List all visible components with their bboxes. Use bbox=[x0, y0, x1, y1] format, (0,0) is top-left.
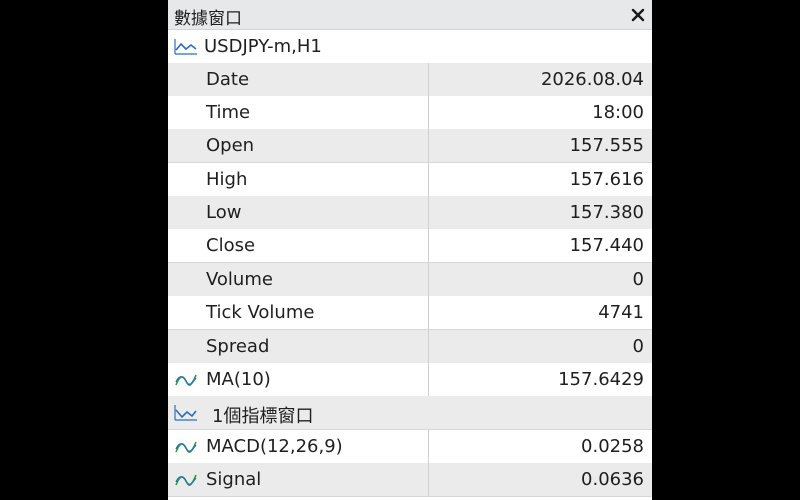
field-value: 18:00 bbox=[592, 102, 644, 123]
field-row-low: Low 157.380 bbox=[168, 196, 652, 230]
field-label: Time bbox=[206, 102, 251, 123]
field-label: Low bbox=[206, 202, 242, 223]
column-divider bbox=[428, 96, 429, 129]
column-divider bbox=[428, 463, 429, 496]
field-label: Spread bbox=[206, 336, 270, 357]
symbol-row[interactable]: USDJPY-m,H1 bbox=[168, 30, 652, 64]
indicator-label: Signal bbox=[206, 469, 262, 490]
indicator-line-icon bbox=[175, 374, 197, 386]
field-label: Volume bbox=[206, 269, 273, 290]
field-row-date: Date 2026.08.04 bbox=[168, 63, 652, 97]
indicator-value: 0.0258 bbox=[581, 436, 644, 457]
field-row-open: Open 157.555 bbox=[168, 129, 652, 163]
window-title: 數據窗口 bbox=[174, 9, 242, 29]
column-divider bbox=[428, 63, 429, 96]
subwindow-label: 1個指標窗口 bbox=[212, 406, 314, 427]
field-row-tick-volume: Tick Volume 4741 bbox=[168, 296, 652, 330]
data-window-titlebar[interactable]: 數據窗口 bbox=[168, 0, 652, 30]
field-label: Date bbox=[206, 69, 250, 90]
column-divider bbox=[428, 196, 429, 229]
field-value: 0 bbox=[632, 269, 644, 290]
field-label: Open bbox=[206, 135, 255, 156]
column-divider bbox=[428, 263, 429, 296]
column-divider bbox=[428, 229, 429, 262]
field-value: 157.440 bbox=[569, 235, 644, 256]
field-label: Close bbox=[206, 235, 256, 256]
column-divider bbox=[428, 330, 429, 363]
indicator-value: 157.6429 bbox=[558, 369, 644, 390]
indicator-row-signal[interactable]: Signal 0.0636 bbox=[168, 463, 652, 497]
indicator-line-icon bbox=[175, 474, 197, 486]
field-value: 2026.08.04 bbox=[540, 69, 644, 90]
field-value: 0 bbox=[632, 336, 644, 357]
indicator-label: MA(10) bbox=[206, 369, 271, 390]
field-value: 157.380 bbox=[569, 202, 644, 223]
indicator-row-macd[interactable]: MACD(12,26,9) 0.0258 bbox=[168, 430, 652, 464]
indicator-label: MACD(12,26,9) bbox=[206, 436, 343, 457]
field-value: 157.555 bbox=[569, 135, 644, 156]
field-row-time: Time 18:00 bbox=[168, 96, 652, 130]
column-divider bbox=[428, 430, 429, 463]
data-window: 數據窗口 USDJPY-m,H1 Date 2026.08.04 Time 18… bbox=[168, 0, 652, 500]
field-value: 157.616 bbox=[569, 169, 644, 190]
chart-line-icon bbox=[174, 39, 197, 55]
field-label: High bbox=[206, 169, 248, 190]
field-row-high: High 157.616 bbox=[168, 163, 652, 197]
column-divider bbox=[428, 129, 429, 162]
symbol-label: USDJPY-m,H1 bbox=[204, 36, 322, 57]
close-icon[interactable] bbox=[628, 5, 648, 25]
field-row-spread: Spread 0 bbox=[168, 330, 652, 364]
subwindow-header-row[interactable]: 1個指標窗口 bbox=[168, 396, 652, 430]
indicator-value: 0.0636 bbox=[581, 469, 644, 490]
indicator-row-ma[interactable]: MA(10) 157.6429 bbox=[168, 363, 652, 397]
column-divider bbox=[428, 163, 429, 196]
indicator-line-icon bbox=[175, 441, 197, 453]
column-divider bbox=[428, 296, 429, 329]
chart-line-icon bbox=[174, 405, 197, 421]
column-divider bbox=[428, 363, 429, 396]
field-row-close: Close 157.440 bbox=[168, 229, 652, 263]
field-label: Tick Volume bbox=[206, 302, 315, 323]
field-row-volume: Volume 0 bbox=[168, 263, 652, 297]
field-value: 4741 bbox=[598, 302, 644, 323]
